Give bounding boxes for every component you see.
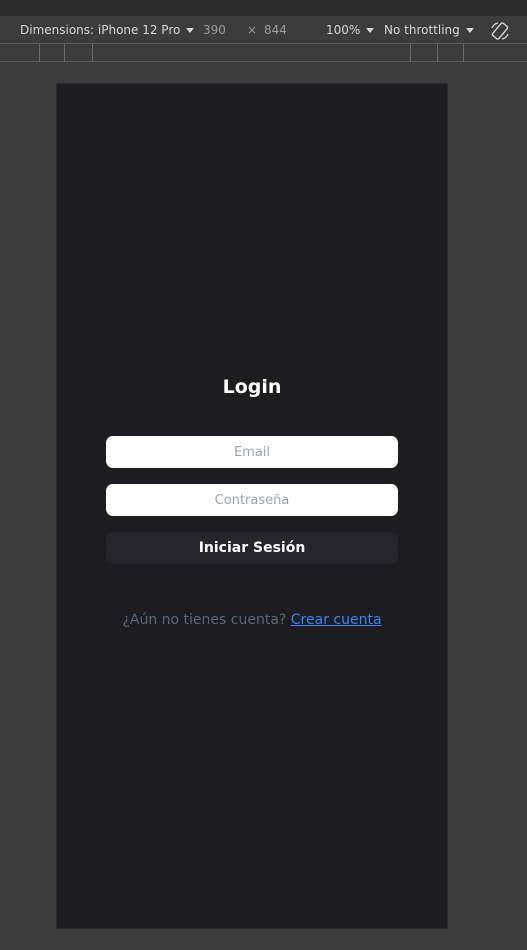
ruler-tick (437, 44, 438, 62)
zoom-selector[interactable]: 100% (326, 16, 375, 44)
create-account-link[interactable]: Crear cuenta (291, 612, 382, 628)
chevron-down-icon (465, 28, 474, 33)
devtools-top-strip (0, 0, 527, 16)
page-title: Login (222, 376, 282, 398)
login-button[interactable]: Iniciar Sesión (106, 532, 398, 564)
height-input[interactable]: 844 (264, 16, 287, 44)
ruler-tick (92, 44, 93, 62)
password-field[interactable] (106, 484, 398, 516)
ruler-tick (463, 44, 464, 62)
media-query-ruler (0, 44, 527, 62)
chevron-down-icon (366, 28, 375, 33)
device-selector-label: Dimensions: iPhone 12 Pro (20, 23, 181, 37)
email-field[interactable] (106, 436, 398, 468)
signup-prompt-text: ¿Aún no tienes cuenta? (122, 612, 291, 628)
zoom-selector-label: 100% (326, 23, 361, 37)
ruler-tick (39, 44, 40, 62)
width-input[interactable]: 390 (203, 16, 226, 44)
device-toolbar: Dimensions: iPhone 12 Pro 390 × 844 100%… (0, 16, 527, 44)
device-viewport: Login Iniciar Sesión ¿Aún no tienes cuen… (56, 83, 448, 929)
throttling-selector[interactable]: No throttling (384, 16, 474, 44)
chevron-down-icon (186, 28, 195, 33)
ruler-tick (410, 44, 411, 62)
ruler-tick (64, 44, 65, 62)
device-selector[interactable]: Dimensions: iPhone 12 Pro (20, 16, 195, 44)
throttling-selector-label: No throttling (384, 23, 460, 37)
rotate-icon[interactable] (489, 20, 511, 42)
signup-prompt-row: ¿Aún no tienes cuenta? Crear cuenta (57, 612, 447, 628)
times-symbol: × (247, 23, 258, 37)
